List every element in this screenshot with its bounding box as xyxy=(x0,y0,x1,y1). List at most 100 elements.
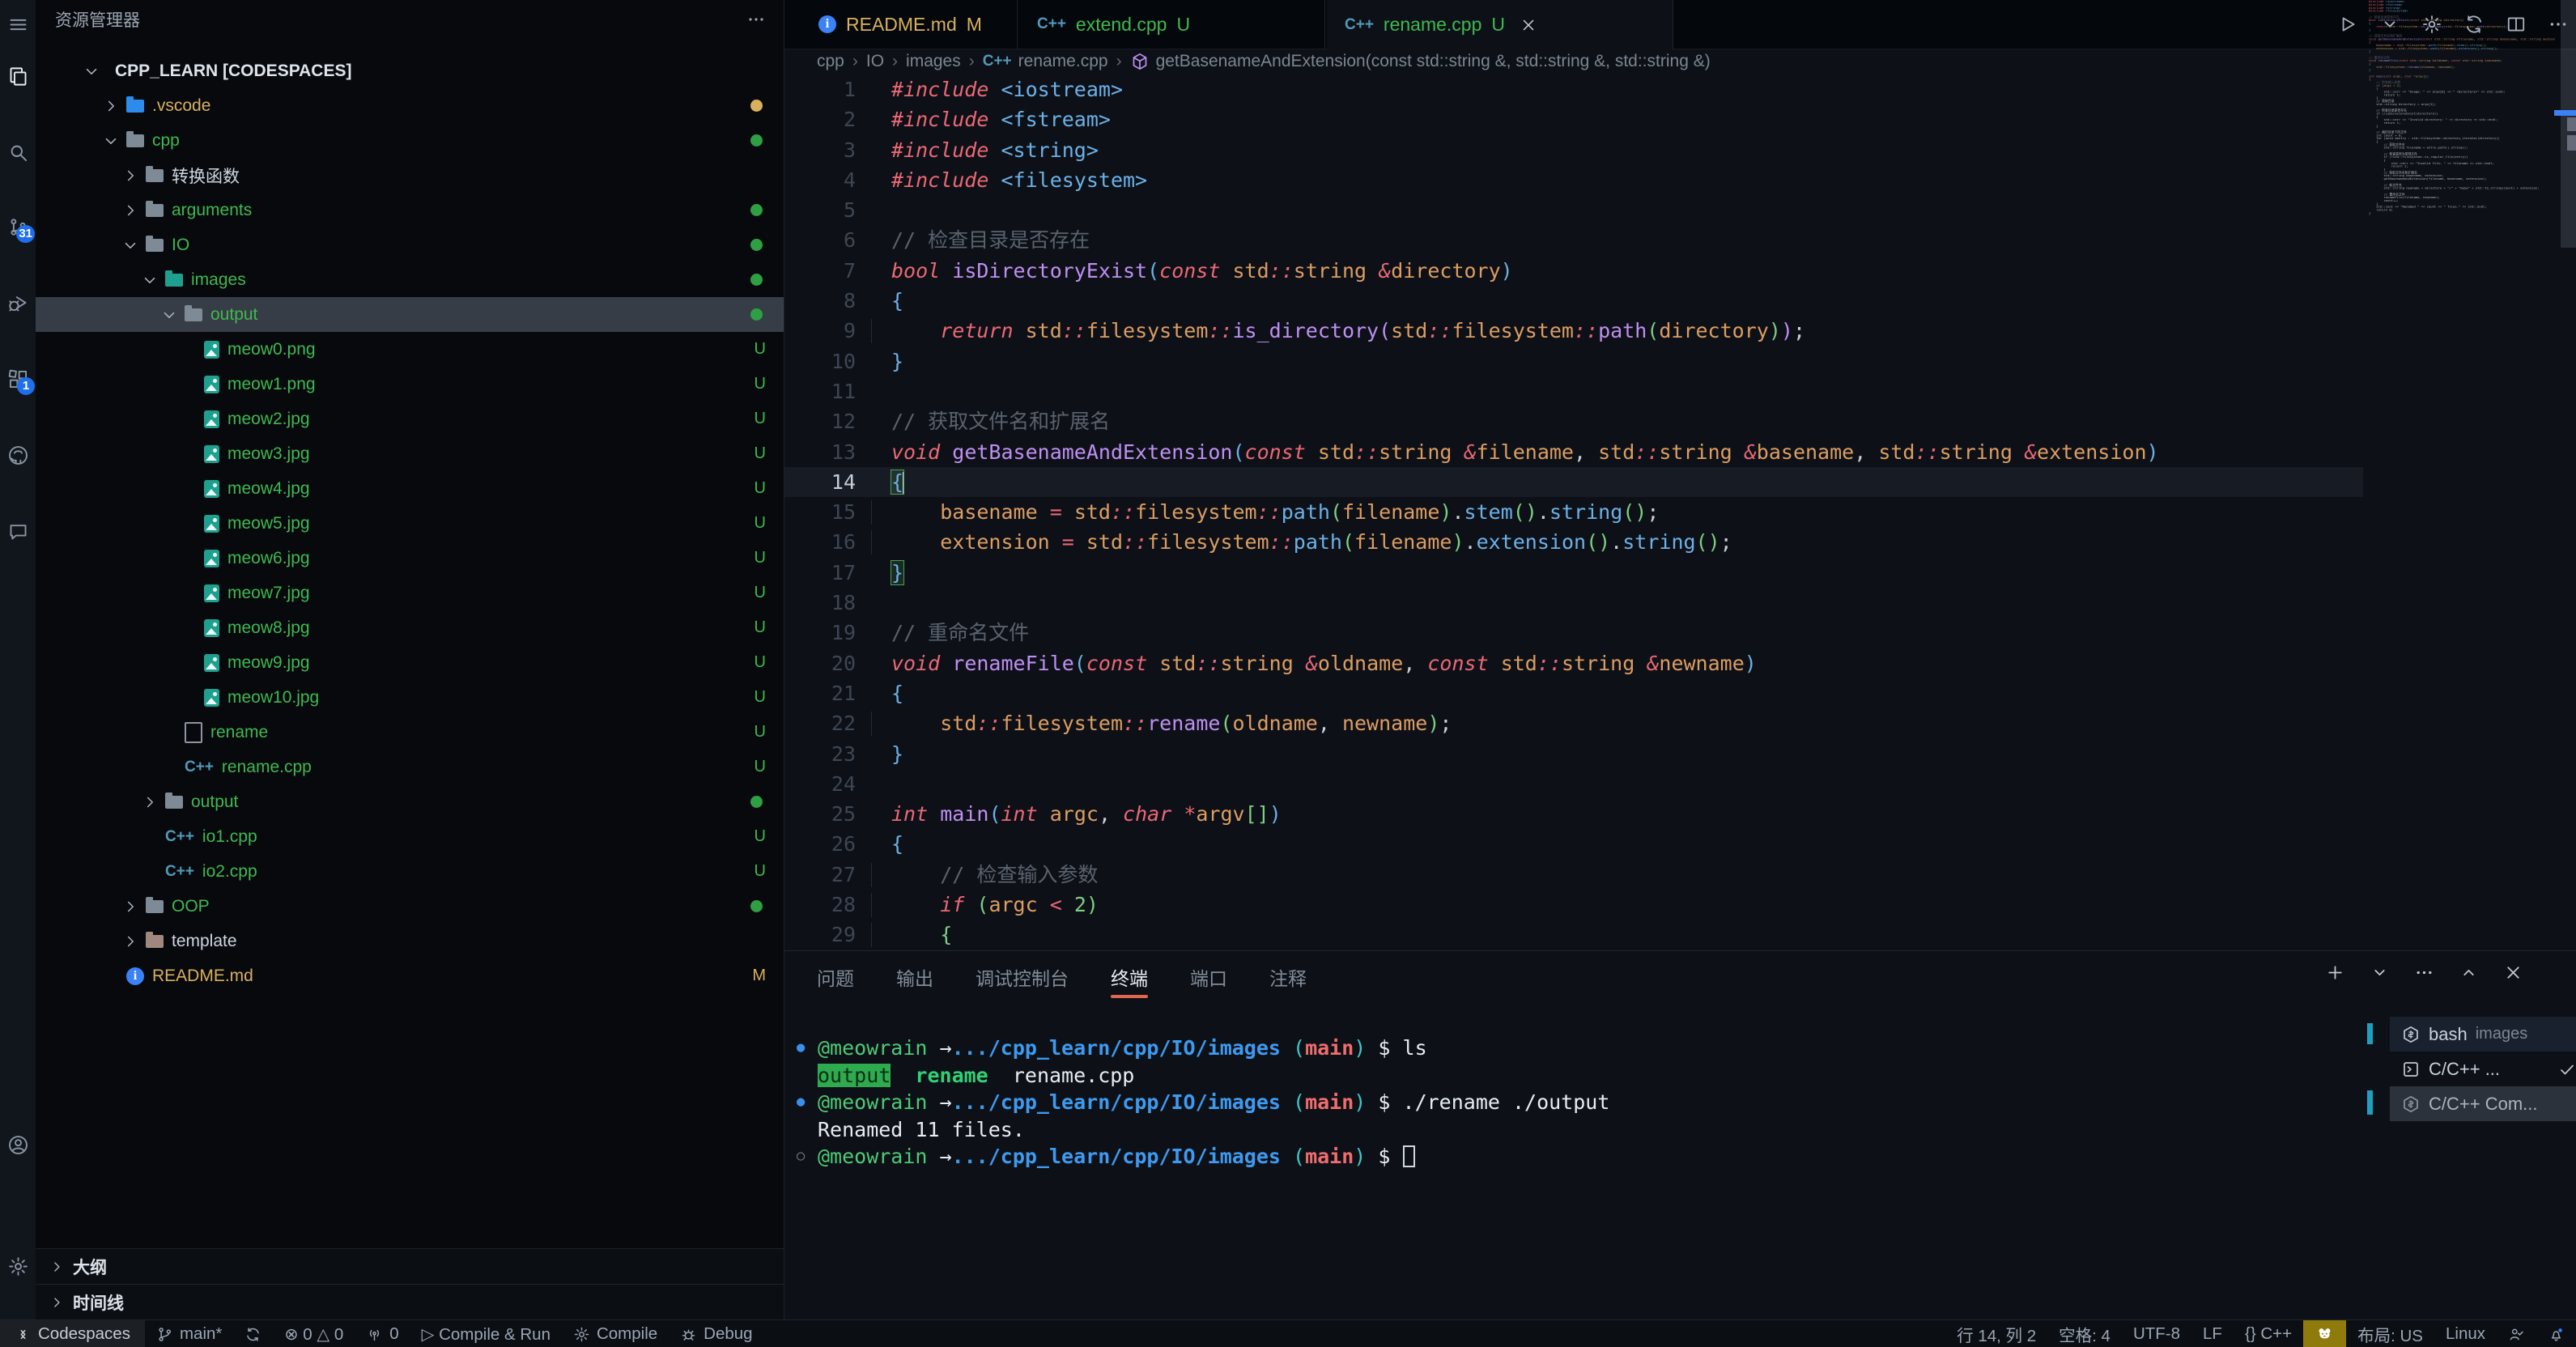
tree-item[interactable]: arguments xyxy=(36,193,784,227)
explorer-icon[interactable] xyxy=(0,58,36,94)
tree-item[interactable]: renameU xyxy=(36,715,784,750)
tree-item[interactable]: output xyxy=(36,297,784,332)
account-icon[interactable] xyxy=(0,1127,36,1162)
compile-run-button[interactable]: ▷ Compile & Run xyxy=(410,1320,562,1347)
tree-item[interactable]: meow0.pngU xyxy=(36,332,784,367)
new-terminal-icon[interactable] xyxy=(2325,962,2345,983)
sidebar-section-outline[interactable]: 大纲 xyxy=(36,1248,784,1285)
code-line: // 重命名文件 xyxy=(891,618,2576,648)
terminal-list-item[interactable]: bashimages xyxy=(2390,1017,2576,1052)
code-line: extension = std::filesystem::path(filena… xyxy=(891,527,2576,557)
close-icon[interactable] xyxy=(1520,16,1537,34)
breadcrumb-item[interactable]: IO xyxy=(866,52,884,71)
tree-item[interactable]: meow9.jpgU xyxy=(36,645,784,680)
sync-button[interactable] xyxy=(233,1320,273,1347)
minimap[interactable]: #include <iostream>#include <fstream>#in… xyxy=(2369,0,2555,876)
run-button[interactable] xyxy=(2337,14,2358,35)
panel-tab-终端[interactable]: 终端 xyxy=(1111,951,1148,1003)
run-debug-icon[interactable] xyxy=(0,285,36,321)
encoding[interactable]: UTF-8 xyxy=(2122,1320,2191,1347)
image-file-icon xyxy=(204,689,219,707)
code-editor[interactable]: 1234567891011121314151617181920212223242… xyxy=(784,74,2576,950)
folder-icon xyxy=(146,204,164,217)
breadcrumb-item[interactable]: rename.cpp xyxy=(1018,52,1108,71)
terminal-list-item[interactable]: C/C++ Com... xyxy=(2390,1086,2576,1121)
keyboard-layout[interactable]: 布局: US xyxy=(2346,1320,2434,1347)
indent-guide xyxy=(871,863,872,887)
tree-item[interactable]: IO xyxy=(36,227,784,262)
tree-item[interactable]: iREADME.mdM xyxy=(36,958,784,993)
tree-item[interactable]: output xyxy=(36,784,784,819)
ports-status[interactable]: 0 xyxy=(355,1320,410,1347)
panel-tab-问题[interactable]: 问题 xyxy=(817,951,854,1003)
tree-item[interactable]: meow1.pngU xyxy=(36,367,784,402)
tree-item[interactable]: cpp xyxy=(36,123,784,158)
assistant-cat-badge[interactable] xyxy=(2303,1320,2346,1347)
search-icon[interactable] xyxy=(0,134,36,170)
language-mode[interactable]: {} C++ xyxy=(2234,1320,2303,1347)
panel-tab-输出[interactable]: 输出 xyxy=(896,951,933,1003)
tab-README.md[interactable]: iREADME.mdM xyxy=(801,0,1018,49)
code-line: void renameFile(const std::string &oldna… xyxy=(891,648,2576,678)
terminal-output[interactable]: ●@meowrain →.../cpp_learn/cpp/IO/images … xyxy=(818,1035,1609,1171)
debug-button[interactable]: Debug xyxy=(669,1320,763,1347)
tree-item[interactable]: template xyxy=(36,924,784,958)
chevron-down-icon xyxy=(83,62,100,80)
code-line: { xyxy=(891,829,2576,859)
tree-item[interactable]: meow10.jpgU xyxy=(36,680,784,715)
github-icon[interactable] xyxy=(0,437,36,473)
terminal-dropdown-icon[interactable] xyxy=(2370,962,2390,983)
tree-item[interactable]: C++io2.cppU xyxy=(36,854,784,889)
activity-bar: 31 1 xyxy=(0,0,36,1319)
os-indicator[interactable]: Linux xyxy=(2434,1320,2497,1347)
symbol-method-icon xyxy=(1130,52,1150,71)
tab-rename.cpp[interactable]: C++rename.cppU xyxy=(1327,0,1673,49)
more-actions-icon[interactable] xyxy=(746,10,766,33)
tree-item[interactable]: meow5.jpgU xyxy=(36,506,784,541)
tree-item[interactable]: CPP_LEARN [CODESPACES] xyxy=(36,53,784,88)
tree-item[interactable]: meow4.jpgU xyxy=(36,471,784,506)
tree-item[interactable]: C++io1.cppU xyxy=(36,819,784,854)
maximize-panel-icon[interactable] xyxy=(2459,962,2479,983)
code-line: #include <iostream> xyxy=(891,74,2576,104)
code-line: { xyxy=(891,286,2576,316)
panel-tab-注释[interactable]: 注释 xyxy=(1269,951,1307,1003)
tree-item[interactable]: .vscode xyxy=(36,88,784,123)
settings-gear-icon[interactable] xyxy=(0,1248,36,1284)
extensions-icon[interactable]: 1 xyxy=(0,361,36,397)
cursor-position[interactable]: 行 14, 列 2 xyxy=(1945,1320,2047,1347)
tree-item[interactable]: 转换函数 xyxy=(36,158,784,193)
breadcrumb-item[interactable]: images xyxy=(906,52,961,71)
terminal-list-item[interactable]: C/C++ ... xyxy=(2390,1052,2576,1086)
notifications-bell[interactable] xyxy=(2536,1320,2576,1347)
tree-item[interactable]: meow3.jpgU xyxy=(36,436,784,471)
remote-indicator[interactable]: Codespaces xyxy=(0,1320,145,1347)
remote-explorer-icon[interactable] xyxy=(2497,1320,2536,1347)
source-control-icon[interactable]: 31 xyxy=(0,209,36,244)
branch-status[interactable]: main* xyxy=(145,1320,233,1347)
breadcrumb-item[interactable]: cpp xyxy=(817,52,844,71)
file-icon xyxy=(185,722,202,743)
sidebar-section-timeline[interactable]: 时间线 xyxy=(36,1284,784,1319)
indentation[interactable]: 空格: 4 xyxy=(2047,1320,2122,1347)
chat-icon[interactable] xyxy=(0,513,36,549)
tree-item[interactable]: meow2.jpgU xyxy=(36,402,784,436)
menu-icon[interactable] xyxy=(0,6,36,42)
close-panel-icon[interactable] xyxy=(2503,962,2523,983)
problems-status[interactable]: ⊗ 0 △ 0 xyxy=(273,1320,355,1347)
tree-item[interactable]: meow7.jpgU xyxy=(36,576,784,610)
tree-item[interactable]: meow6.jpgU xyxy=(36,541,784,576)
panel-tab-端口[interactable]: 端口 xyxy=(1190,951,1227,1003)
compile-button[interactable]: Compile xyxy=(562,1320,669,1347)
eol[interactable]: LF xyxy=(2191,1320,2234,1347)
overview-ruler-cursor-mark xyxy=(2554,110,2576,116)
tab-extend.cpp[interactable]: C++extend.cppU xyxy=(1019,0,1325,49)
tree-item[interactable]: images xyxy=(36,262,784,297)
image-file-icon xyxy=(204,341,219,359)
panel-tab-调试控制台[interactable]: 调试控制台 xyxy=(976,951,1069,1003)
tree-item[interactable]: OOP xyxy=(36,889,784,924)
tree-item[interactable]: C++rename.cppU xyxy=(36,750,784,784)
tree-item[interactable]: meow8.jpgU xyxy=(36,610,784,645)
breadcrumb-item[interactable]: getBasenameAndExtension(const std::strin… xyxy=(1156,52,1711,71)
more-actions-icon[interactable] xyxy=(2414,962,2434,983)
